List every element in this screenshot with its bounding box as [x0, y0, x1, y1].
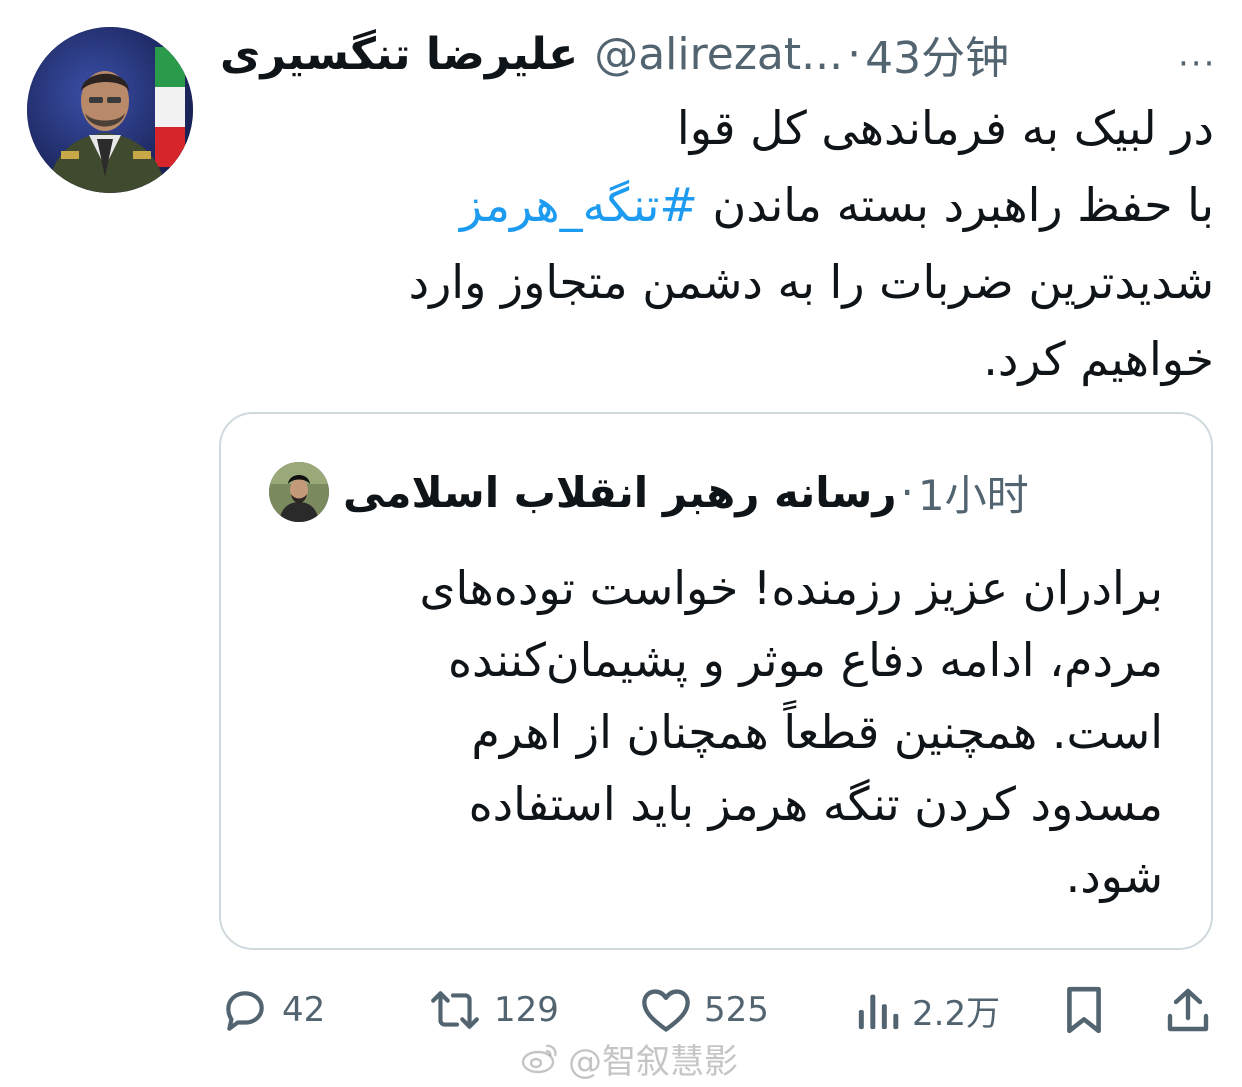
quoted-tweet-line: است. همچنین قطعاً همچنان از اهرم [471, 705, 1163, 759]
share-button[interactable] [1166, 980, 1210, 1040]
bookmark-button[interactable] [1062, 980, 1106, 1040]
quoted-tweet-header: رسانه رهبر انقلاب اسلامی · 1小时 [269, 452, 1029, 532]
quoted-header-separator: · [900, 467, 914, 517]
watermark: @智叙慧影 [520, 1036, 738, 1082]
tweet-header: علیرضا تنگسیری @alirezat... · 43分钟 [220, 22, 1220, 86]
quoted-author-display-name[interactable]: رسانه رهبر انقلاب اسلامی [343, 468, 897, 517]
retweet-icon [431, 991, 479, 1029]
tweet-timestamp[interactable]: 43分钟 [865, 22, 1009, 86]
like-count: 525 [704, 990, 769, 1030]
author-display-name[interactable]: علیرضا تنگسیری [220, 29, 578, 80]
tweet-line: با حفظ راهبرد بسته ماندن #تنگه_هرمز [254, 167, 1214, 244]
author-avatar[interactable] [27, 27, 193, 193]
heart-icon [642, 989, 690, 1032]
reply-icon [226, 991, 264, 1031]
share-icon [1167, 988, 1209, 1032]
like-button[interactable]: 525 [640, 980, 769, 1040]
reply-button[interactable]: 42 [220, 980, 325, 1040]
reply-count: 42 [282, 990, 326, 1030]
quoted-tweet-card[interactable]: رسانه رهبر انقلاب اسلامی · 1小时 برادران ع… [219, 412, 1213, 950]
retweet-button[interactable]: 129 [428, 980, 559, 1040]
quoted-tweet-line: شود. [1065, 849, 1163, 903]
tweet-line: خواهیم کرد. [983, 332, 1214, 386]
tweet-line: شدیدترین ضربات را به دشمن متجاوز وارد [408, 255, 1214, 309]
tweet-text: در لبیک به فرماندهی کل قوا با حفظ راهبرد… [254, 90, 1214, 398]
quoted-tweet-timestamp[interactable]: 1小时 [918, 462, 1029, 523]
hashtag-link[interactable]: #تنگه_هرمز [460, 178, 698, 232]
bookmark-icon [1067, 986, 1101, 1034]
author-handle[interactable]: @alirezat... [594, 29, 843, 80]
quoted-tweet-line: برادران عزیز رزمنده! خواست توده‌های [419, 561, 1163, 615]
tweet-line-text: با حفظ راهبرد بسته ماندن [697, 178, 1214, 232]
more-options-icon[interactable]: ··· [1178, 44, 1216, 84]
header-separator: · [847, 28, 862, 80]
views-count: 2.2万 [912, 993, 1001, 1034]
quoted-tweet-text: برادران عزیز رزمنده! خواست توده‌های مردم… [283, 552, 1163, 912]
quoted-tweet-line: مسدود کردن تنگه هرمز باید استفاده [468, 777, 1163, 831]
quoted-author-avatar[interactable] [269, 462, 329, 522]
views-button[interactable]: 2.2万 [856, 980, 1000, 1040]
retweet-count: 129 [494, 990, 559, 1030]
quoted-tweet-line: مردم، ادامه دفاع موثر و پشیمان‌کننده [447, 633, 1163, 687]
weibo-logo-icon [521, 1044, 557, 1074]
tweet-line: در لبیک به فرماندهی کل قوا [676, 101, 1214, 155]
watermark-text: @智叙慧影 [568, 1041, 738, 1082]
tweet-action-bar: 42 129 525 2.2万 [0, 980, 1242, 1040]
views-icon [858, 994, 899, 1030]
